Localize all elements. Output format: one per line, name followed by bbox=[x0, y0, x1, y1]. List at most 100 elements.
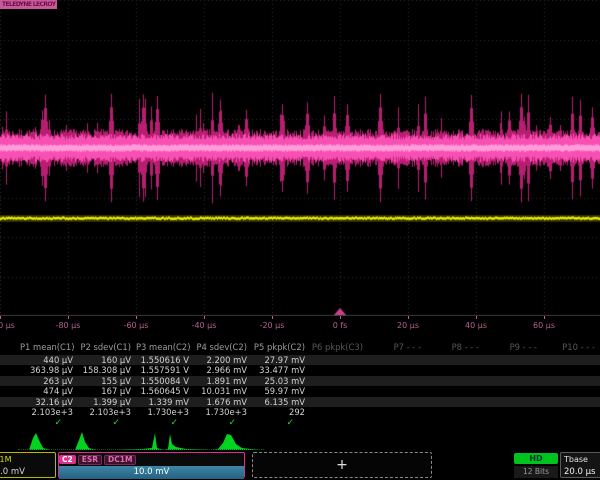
table-row: 32.16 µV1.399 µV1.339 mV1.676 mV6.135 mV bbox=[0, 397, 600, 407]
param-header[interactable]: P5 pkpk(C2) bbox=[252, 342, 310, 352]
histicon-1 bbox=[20, 431, 68, 451]
c2-badge: C2 bbox=[59, 455, 76, 464]
axis-label: 0 fs bbox=[333, 321, 348, 330]
param-value: 1.891 mV bbox=[194, 376, 252, 386]
c2-coupling-chip: DC1M bbox=[104, 455, 136, 465]
c2-coupling-line: C2 ESR DC1M bbox=[59, 453, 244, 466]
param-value: 292 bbox=[252, 407, 310, 417]
axis-tick bbox=[136, 316, 137, 319]
c1-coupling-label: DC1M bbox=[0, 453, 11, 466]
param-value: 1.730e+3 bbox=[136, 407, 194, 417]
table-row: ✓✓✓✓✓ bbox=[0, 418, 600, 428]
param-value: 1.550616 V bbox=[136, 355, 194, 365]
c2-eres-chip: ESR bbox=[78, 455, 102, 465]
oscilloscope-screen: { "brand_badge": { "text": "TELEDYNE LEC… bbox=[0, 0, 600, 480]
table-row: 363.98 µV158.308 µV1.557591 V2.966 mV33.… bbox=[0, 365, 600, 375]
axis-label: -60 µs bbox=[124, 321, 149, 330]
param-value: 33.477 mV bbox=[252, 365, 310, 375]
timebase-label: Tbase bbox=[561, 453, 600, 466]
brand-badge: TELEDYNE LECROY bbox=[0, 0, 57, 9]
axis-tick bbox=[204, 316, 205, 319]
histicon-3 bbox=[116, 431, 164, 451]
param-header[interactable]: P3 mean(C2) bbox=[136, 342, 194, 352]
table-row: 263 µV155 µV1.550084 V1.891 mV25.03 mV bbox=[0, 376, 600, 386]
channel-c1-descriptor[interactable]: C1 DC1M 10.0 mV bbox=[0, 452, 56, 478]
param-value: 1.560645 V bbox=[136, 386, 194, 396]
timebase-descriptor[interactable]: Tbase 20.0 µs bbox=[560, 452, 600, 478]
param-value: 6.135 mV bbox=[252, 397, 310, 407]
param-value: 155 µV bbox=[78, 376, 136, 386]
param-value: 1.676 mV bbox=[194, 397, 252, 407]
param-value: 158.308 µV bbox=[78, 365, 136, 375]
status-check-icon: ✓ bbox=[136, 418, 194, 428]
timebase-value: 20.0 µs bbox=[561, 466, 600, 479]
histicon-baseline bbox=[18, 449, 264, 451]
c1-scale-value: 10.0 mV bbox=[0, 466, 55, 479]
param-header[interactable]: P7 - - - bbox=[368, 342, 426, 352]
axis-label: 40 µs bbox=[465, 321, 487, 330]
param-value: 32.16 µV bbox=[20, 397, 78, 407]
table-row: 440 µV160 µV1.550616 V2.200 mV27.97 mV bbox=[0, 355, 600, 365]
param-header[interactable]: P10 - - - bbox=[542, 342, 600, 352]
c2-scale-value: 10.0 mV bbox=[59, 466, 244, 479]
status-check-icon: ✓ bbox=[252, 418, 310, 428]
axis-label: -80 µs bbox=[56, 321, 81, 330]
axis-tick bbox=[0, 316, 1, 319]
histicon-row bbox=[0, 431, 600, 451]
axis-label: -20 µs bbox=[260, 321, 285, 330]
param-value: 1.730e+3 bbox=[194, 407, 252, 417]
axis-tick bbox=[476, 316, 477, 319]
axis-label: 60 µs bbox=[533, 321, 555, 330]
param-header[interactable]: P2 sdev(C1) bbox=[78, 342, 136, 352]
param-value: 2.200 mV bbox=[194, 355, 252, 365]
status-check-icon: ✓ bbox=[20, 418, 78, 428]
param-value: 1.557591 V bbox=[136, 365, 194, 375]
waveform-grid[interactable] bbox=[0, 0, 600, 316]
param-value: 2.103e+3 bbox=[78, 407, 136, 417]
param-value: 2.103e+3 bbox=[20, 407, 78, 417]
table-row: P1 mean(C1)P2 sdev(C1)P3 mean(C2)P4 sdev… bbox=[0, 342, 600, 352]
status-check-icon: ✓ bbox=[194, 418, 252, 428]
param-value: 59.97 mV bbox=[252, 386, 310, 396]
param-value: 27.97 mV bbox=[252, 355, 310, 365]
descriptor-row: C1 DC1M 10.0 mV C2 ESR DC1M 10.0 mV + HD… bbox=[0, 452, 600, 480]
channel-c2-descriptor[interactable]: C2 ESR DC1M 10.0 mV bbox=[58, 452, 245, 478]
param-value: 10.031 mV bbox=[194, 386, 252, 396]
time-axis: -100 µs -80 µs -60 µs -40 µs -20 µs 0 fs 20 µs… bbox=[0, 316, 600, 336]
hd-mode-badge[interactable]: HD bbox=[514, 453, 558, 464]
param-value: 25.03 mV bbox=[252, 376, 310, 386]
param-value: 160 µV bbox=[78, 355, 136, 365]
add-trace-button[interactable]: + bbox=[252, 452, 432, 478]
histicon-4 bbox=[164, 431, 212, 451]
axis-label: 20 µs bbox=[397, 321, 419, 330]
param-header[interactable]: P4 sdev(C2) bbox=[194, 342, 252, 352]
status-check-icon: ✓ bbox=[78, 418, 136, 428]
param-value: 167 µV bbox=[78, 386, 136, 396]
param-value: 440 µV bbox=[20, 355, 78, 365]
axis-label: -40 µs bbox=[192, 321, 217, 330]
table-row: 2.103e+32.103e+31.730e+31.730e+3292 bbox=[0, 407, 600, 417]
param-value: 1.550084 V bbox=[136, 376, 194, 386]
param-value: 1.399 µV bbox=[78, 397, 136, 407]
histicon-2 bbox=[68, 431, 116, 451]
plus-icon: + bbox=[253, 453, 431, 477]
histicon-5 bbox=[212, 431, 260, 451]
axis-label: -100 µs bbox=[0, 321, 15, 330]
c1-coupling-line: C1 DC1M bbox=[0, 453, 55, 466]
param-header[interactable]: P6 pkpk(C3) bbox=[310, 342, 368, 352]
measurement-table: P1 mean(C1)P2 sdev(C1)P3 mean(C2)P4 sdev… bbox=[0, 342, 600, 432]
param-header[interactable]: P8 - - - bbox=[426, 342, 484, 352]
param-value: 2.966 mV bbox=[194, 365, 252, 375]
param-value: 1.339 mV bbox=[136, 397, 194, 407]
hd-bits-label: 12 Bits bbox=[514, 466, 558, 478]
axis-tick bbox=[340, 316, 341, 319]
param-value: 263 µV bbox=[20, 376, 78, 386]
axis-tick bbox=[544, 316, 545, 319]
param-header[interactable]: P9 - - - bbox=[484, 342, 542, 352]
axis-tick bbox=[408, 316, 409, 319]
param-header[interactable]: P1 mean(C1) bbox=[20, 342, 78, 352]
param-value: 474 µV bbox=[20, 386, 78, 396]
axis-tick bbox=[272, 316, 273, 319]
axis-tick bbox=[68, 316, 69, 319]
table-row: 474 µV167 µV1.560645 V10.031 mV59.97 mV bbox=[0, 386, 600, 396]
